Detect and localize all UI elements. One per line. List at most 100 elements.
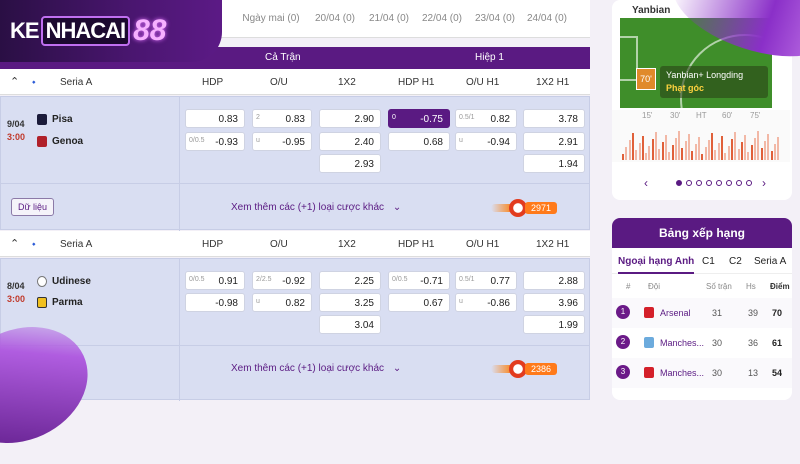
odds-cell[interactable]: u -0.86 (455, 293, 517, 312)
collapse-icon[interactable]: ⌃ (10, 75, 19, 88)
odds-cell-selected[interactable]: 0 -0.75 (388, 109, 450, 128)
odds-cell[interactable]: 3.25 (319, 293, 381, 312)
odds-cell[interactable]: 0.5/1 0.82 (455, 109, 517, 128)
ranking-points: 61 (772, 338, 783, 348)
odds-cell[interactable]: 2.90 (319, 109, 381, 128)
home-team-name: Pisa (52, 114, 73, 125)
team-crest-icon (644, 337, 654, 348)
odds-cell[interactable]: 0/0.5 -0.71 (388, 271, 450, 290)
carousel-dot[interactable] (676, 180, 682, 186)
team-crest-icon (37, 114, 47, 125)
timeline-bar (641, 136, 644, 160)
live-minute: 70' (636, 68, 656, 90)
carousel-dot[interactable] (686, 180, 692, 186)
data-button[interactable]: Dữ liệu (11, 198, 55, 216)
ranking-title: Bảng xếp hạng (612, 218, 792, 248)
match-time: 3:00 (7, 294, 26, 304)
prev-arrow-icon[interactable]: ‹ (644, 176, 648, 190)
ranking-played: 30 (712, 338, 723, 348)
league-name: Seria A (60, 77, 93, 88)
odds-cell[interactable]: 2.40 (319, 132, 381, 151)
timeline-bar (668, 152, 671, 160)
ranking-row[interactable]: 3 Manches... 30 13 54 (612, 358, 792, 388)
ranking-points: 54 (772, 368, 783, 378)
more-bets-link[interactable]: Xem thêm các (+1) loại cược khác ⌄ (231, 363, 401, 374)
odds-cell[interactable]: 0.67 (388, 293, 450, 312)
odds-cell[interactable]: 0/0.5 -0.93 (185, 132, 245, 151)
odds-cell[interactable]: 0.5/1 0.77 (455, 271, 517, 290)
team-crest-icon (644, 367, 654, 378)
odds-cell[interactable]: 2.25 (319, 271, 381, 290)
away-team-name: Parma (52, 297, 83, 308)
carousel-dot[interactable] (746, 180, 752, 186)
ranking-points: 70 (772, 308, 783, 318)
date-tab[interactable]: 22/04 (0) (415, 8, 469, 30)
date-tab[interactable]: 20/04 (0) (308, 8, 362, 30)
site-logo[interactable]: KE NHACAI 88 (0, 0, 222, 62)
timeline-bar (622, 154, 624, 160)
timeline-bar (701, 154, 704, 160)
odds-cell[interactable]: u -0.94 (455, 132, 517, 151)
date-tab[interactable]: 21/04 (0) (362, 8, 416, 30)
carousel-dot[interactable] (736, 180, 742, 186)
col-team: Đội (648, 282, 661, 291)
timeline-bar (674, 138, 677, 160)
ranking-gd: 39 (748, 308, 759, 318)
odds-cell[interactable]: 3.04 (319, 315, 381, 334)
odds-cell[interactable]: 3.96 (523, 293, 585, 312)
odds-cell[interactable]: 0.83 (185, 109, 245, 128)
match-time: 3:00 (7, 132, 26, 142)
odds-cell[interactable]: 2 0.83 (252, 109, 312, 128)
ranking-tab[interactable]: C1 (702, 256, 715, 267)
timeline-bar (754, 138, 756, 160)
timeline-bar (635, 150, 638, 160)
full-match-header: Cả Trận (265, 52, 301, 63)
league-header: ⌃ ⬩ Seria A HDP O/U 1X2 HDP H1 O/U H1 1X… (0, 69, 590, 95)
timeline-bar (661, 142, 664, 160)
odds-cell[interactable]: 2.88 (523, 271, 585, 290)
home-team[interactable]: Pisa (37, 114, 73, 125)
timeline-bar (757, 131, 760, 160)
league-name: Seria A (60, 239, 93, 250)
timeline-bar (691, 151, 694, 160)
logo-text-ke: KE (10, 18, 40, 43)
away-team[interactable]: Parma (37, 297, 83, 308)
odds-cell[interactable]: 2.93 (319, 154, 381, 173)
ranking-tab[interactable]: Seria A (754, 256, 786, 267)
date-tab[interactable]: 24/04 (0) (520, 8, 574, 30)
ranking-gd: 13 (748, 368, 759, 378)
odds-cell[interactable]: 1.99 (523, 315, 585, 334)
timeline-bar (628, 140, 631, 160)
more-bets-link[interactable]: Xem thêm các (+1) loại cược khác ⌄ (231, 202, 401, 213)
col-1x2-h1: 1X2 H1 (536, 239, 570, 250)
ranking-tab-active[interactable]: Ngoại hạng Anh (618, 256, 694, 267)
ranking-row[interactable]: 2 Manches... 30 36 61 (612, 328, 792, 358)
home-team[interactable]: Udinese (37, 276, 91, 287)
col-hdp-h1: HDP H1 (398, 239, 435, 250)
ranking-tab[interactable]: C2 (729, 256, 742, 267)
odds-cell[interactable]: u -0.95 (252, 132, 312, 151)
odds-cell[interactable]: 1.94 (523, 154, 585, 173)
timeline-bar (651, 139, 654, 160)
odds-cell[interactable]: 3.78 (523, 109, 585, 128)
carousel-dot[interactable] (696, 180, 702, 186)
ranking-row[interactable]: 1 Arsenal 31 39 70 (612, 298, 792, 328)
next-arrow-icon[interactable]: › (762, 176, 766, 190)
odds-cell[interactable]: 0/0.5 0.91 (185, 271, 245, 290)
away-team[interactable]: Genoa (37, 136, 83, 147)
carousel-dot[interactable] (726, 180, 732, 186)
odds-cell[interactable]: 2/2.5 -0.92 (252, 271, 312, 290)
date-tab[interactable]: Ngày mai (0) (240, 8, 302, 30)
rank-badge: 2 (616, 335, 630, 349)
timeline-bar (747, 152, 750, 160)
carousel-dot[interactable] (716, 180, 722, 186)
date-tab[interactable]: 23/04 (0) (468, 8, 522, 30)
odds-cell[interactable]: 2.91 (523, 132, 585, 151)
carousel-dots[interactable] (676, 180, 752, 188)
odds-cell[interactable]: u 0.82 (252, 293, 312, 312)
league-icon: ⬩ (32, 239, 36, 250)
odds-cell[interactable]: -0.98 (185, 293, 245, 312)
carousel-dot[interactable] (706, 180, 712, 186)
odds-cell[interactable]: 0.68 (388, 132, 450, 151)
collapse-icon[interactable]: ⌃ (10, 237, 19, 250)
